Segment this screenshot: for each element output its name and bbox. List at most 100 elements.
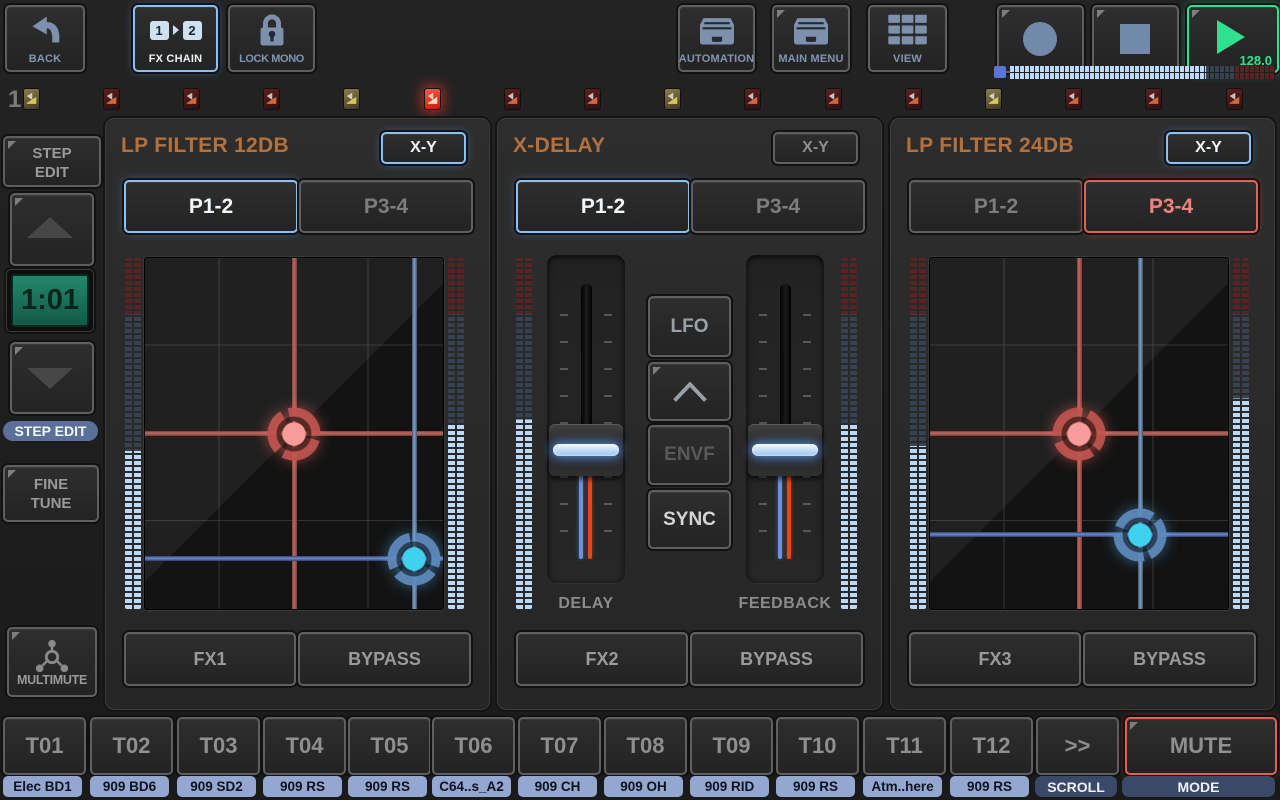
panel1-p12-button[interactable]: P1-2 <box>124 180 298 233</box>
sync-button[interactable]: SYNC <box>648 490 731 549</box>
panel3-p34-button[interactable]: P3-4 <box>1084 180 1258 233</box>
panel2-p12-button[interactable]: P1-2 <box>516 180 690 233</box>
app-window: BACK 1 2 FX CHAIN LOCK MONO <box>0 0 1280 800</box>
view-button[interactable]: VIEW <box>868 5 947 72</box>
fx-chain-button[interactable]: 1 2 FX CHAIN <box>133 5 218 72</box>
step-indicator-2 <box>103 88 120 110</box>
back-arrow-icon <box>7 7 83 53</box>
track-label-t08[interactable]: 909 OH <box>604 776 683 797</box>
track-button-t06[interactable]: T06 <box>432 717 515 775</box>
track-label-t07[interactable]: 909 CH <box>518 776 597 797</box>
main-menu-button[interactable]: MAIN MENU <box>772 5 850 72</box>
panel3-fx-button[interactable]: FX3 <box>909 632 1081 686</box>
panel1-bypass-button[interactable]: BYPASS <box>298 632 471 686</box>
automation-button[interactable]: AUTOMATION <box>678 5 755 72</box>
panel3-bypass-button[interactable]: BYPASS <box>1083 632 1256 686</box>
scroll-badge[interactable]: SCROLL <box>1035 776 1117 797</box>
lock-mono-button[interactable]: LOCK MONO <box>228 5 315 72</box>
step-page-up-button[interactable] <box>10 193 94 266</box>
back-button[interactable]: BACK <box>5 5 85 72</box>
track-button-t03[interactable]: T03 <box>177 717 260 775</box>
panel3-red-puck[interactable] <box>1048 403 1110 465</box>
track-label-t12[interactable]: 909 RS <box>950 776 1029 797</box>
multi-mute-icon <box>30 637 74 680</box>
play-button[interactable]: 128.0 <box>1187 5 1279 73</box>
track-button-t08[interactable]: T08 <box>604 717 687 775</box>
track-button-t10[interactable]: T10 <box>776 717 859 775</box>
panel2-p34-button[interactable]: P3-4 <box>691 180 865 233</box>
track-button-t11[interactable]: T11 <box>863 717 946 775</box>
track-button-t09[interactable]: T09 <box>690 717 773 775</box>
step-indicator-5 <box>343 88 360 110</box>
stop-icon <box>1120 24 1150 54</box>
scroll-tracks-button[interactable]: >> <box>1036 717 1119 775</box>
back-label: BACK <box>29 53 62 65</box>
step-indicator-13 <box>985 88 1002 110</box>
delay-rail-top <box>581 284 592 428</box>
track-button-t04[interactable]: T04 <box>263 717 346 775</box>
panel3-p12-button[interactable]: P1-2 <box>909 180 1083 233</box>
feedback-slider[interactable] <box>746 255 824 583</box>
step-edit-top-button[interactable]: STEPEDIT <box>3 136 101 187</box>
panel1-blue-puck[interactable] <box>383 528 443 590</box>
panel1-red-puck[interactable] <box>263 403 325 465</box>
panel1-xy-button[interactable]: X-Y <box>381 132 466 164</box>
track-label-t09[interactable]: 909 RID <box>690 776 769 797</box>
position-value: 1:01 <box>11 274 89 327</box>
track-label-t06[interactable]: C64..s_A2 <box>432 776 511 797</box>
lock-mono-label: LOCK MONO <box>239 53 304 65</box>
fx-chain-icon: 1 2 <box>135 7 216 53</box>
step-indicator-7 <box>504 88 521 110</box>
panel1-xy-pad[interactable] <box>145 258 443 609</box>
lfo-button[interactable]: LFO <box>648 296 731 357</box>
lock-icon <box>230 7 313 53</box>
fx-chain-label: FX CHAIN <box>149 53 203 65</box>
pattern-progress-meter <box>1010 66 1275 79</box>
stop-button[interactable] <box>1092 5 1179 73</box>
panel2-bypass-button[interactable]: BYPASS <box>690 632 863 686</box>
up-arrow-icon <box>27 217 73 238</box>
track-label-t11[interactable]: Atm..here <box>863 776 942 797</box>
lfo-shape-button[interactable] <box>648 362 731 421</box>
track-button-t02[interactable]: T02 <box>90 717 173 775</box>
play-icon <box>1217 20 1245 54</box>
panel1-p34-button[interactable]: P3-4 <box>299 180 473 233</box>
track-label-t05[interactable]: 909 RS <box>348 776 427 797</box>
main-menu-drawer-icon <box>774 7 848 53</box>
track-label-t10[interactable]: 909 RS <box>776 776 855 797</box>
fine-tune-button[interactable]: FINETUNE <box>3 465 99 522</box>
panel1-fx-button[interactable]: FX1 <box>124 632 296 686</box>
record-icon <box>1023 22 1057 56</box>
feedback-fader-cap[interactable] <box>748 424 822 476</box>
step-page-down-button[interactable] <box>10 342 94 414</box>
delay-slider[interactable] <box>547 255 625 583</box>
delay-label: DELAY <box>536 595 636 613</box>
mute-button[interactable]: MUTE <box>1125 717 1277 775</box>
panel2-meter-right <box>841 258 857 609</box>
panel2-xy-button[interactable]: X-Y <box>773 132 858 164</box>
panel3-blue-crosshair-h <box>930 532 1228 537</box>
envf-button[interactable]: ENVF <box>648 425 731 485</box>
track-button-t12[interactable]: T12 <box>950 717 1033 775</box>
track-button-t05[interactable]: T05 <box>348 717 431 775</box>
multi-mute-button[interactable]: MULTIMUTE <box>7 627 97 697</box>
panel2-fx-button[interactable]: FX2 <box>516 632 688 686</box>
delay-fader-cap[interactable] <box>549 424 623 476</box>
mode-badge[interactable]: MODE <box>1122 776 1275 797</box>
feedback-label: FEEDBACK <box>725 595 845 613</box>
record-button[interactable] <box>997 5 1084 73</box>
track-button-t07[interactable]: T07 <box>518 717 601 775</box>
delay-fader-glow <box>553 444 619 456</box>
track-label-t03[interactable]: 909 SD2 <box>177 776 256 797</box>
panel3-xy-pad[interactable] <box>930 258 1228 609</box>
track-button-t01[interactable]: T01 <box>3 717 86 775</box>
panel2-meter-left <box>516 258 532 609</box>
track-label-t02[interactable]: 909 BD6 <box>90 776 169 797</box>
automation-label: AUTOMATION <box>679 53 755 65</box>
step-indicator-15 <box>1145 88 1162 110</box>
track-label-t01[interactable]: Elec BD1 <box>3 776 82 797</box>
panel3-xy-button[interactable]: X-Y <box>1166 132 1251 164</box>
view-label: VIEW <box>893 53 922 65</box>
track-label-t04[interactable]: 909 RS <box>263 776 342 797</box>
panel3-blue-puck[interactable] <box>1109 504 1171 566</box>
